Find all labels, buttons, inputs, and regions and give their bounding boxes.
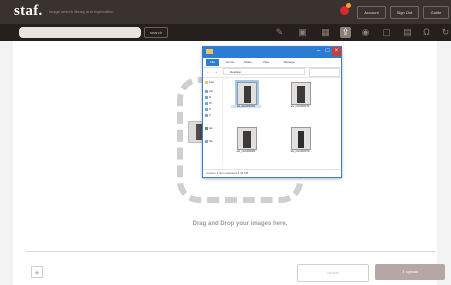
tab-share[interactable]: Share bbox=[241, 59, 255, 66]
top-bar: staf. image search library and explorati… bbox=[0, 0, 451, 24]
nav-item-music[interactable]: M bbox=[205, 101, 222, 106]
cancel-button[interactable]: cancel bbox=[297, 264, 369, 282]
add-button[interactable]: + bbox=[31, 266, 43, 278]
network-icon bbox=[205, 139, 208, 143]
grid-icon[interactable]: ▦ bbox=[320, 27, 331, 38]
file-thumbnail[interactable] bbox=[291, 82, 311, 105]
video-icon bbox=[205, 113, 208, 117]
guide-button[interactable]: Guide bbox=[423, 6, 449, 19]
file-name[interactable]: afs_EH0460004 bbox=[231, 105, 261, 108]
upload-button[interactable]: ⇪ upload bbox=[375, 264, 445, 280]
maximize-icon[interactable]: □ bbox=[323, 47, 332, 56]
explorer-status-text: 4 items 1 item selected 3.44 KB bbox=[206, 171, 249, 175]
image-icon[interactable]: ▣ bbox=[297, 27, 308, 38]
figure-image bbox=[243, 131, 251, 148]
tab-file[interactable]: File bbox=[206, 59, 219, 66]
explorer-status-bar: 4 items 1 item selected 3.44 KB bbox=[203, 169, 341, 177]
forward-icon[interactable]: → bbox=[213, 68, 218, 76]
star-icon bbox=[205, 80, 208, 84]
nav-item-documents[interactable]: D bbox=[205, 95, 222, 100]
explorer-nav-pane: Fav Lib D M P V Ho Ne bbox=[203, 77, 223, 165]
tab-view[interactable]: View bbox=[259, 59, 273, 66]
search-input[interactable] bbox=[19, 27, 141, 38]
app-tagline: image search library and exploration bbox=[49, 9, 114, 14]
document-icon bbox=[205, 95, 208, 99]
headphones-icon[interactable]: Ω bbox=[421, 27, 432, 38]
notification-badge bbox=[346, 3, 351, 8]
nav-item-videos[interactable]: V bbox=[205, 113, 222, 118]
edit-icon[interactable]: ✎ bbox=[274, 27, 285, 38]
homegroup-icon bbox=[205, 126, 208, 130]
figure-image bbox=[298, 131, 304, 148]
file-name[interactable]: afs_CH0460070 bbox=[285, 105, 315, 108]
figure-image bbox=[244, 86, 251, 103]
file-thumbnail[interactable] bbox=[237, 127, 257, 150]
upload-button-label: upload bbox=[406, 269, 419, 274]
explorer-search-input[interactable] bbox=[309, 68, 340, 77]
address-bar: ← → Desktop bbox=[203, 67, 341, 78]
app-logo[interactable]: staf. bbox=[14, 3, 43, 20]
picture-icon bbox=[205, 107, 208, 111]
nav-item-pictures[interactable]: P bbox=[205, 107, 222, 112]
book-icon[interactable]: ▤ bbox=[402, 27, 413, 38]
back-icon[interactable]: ← bbox=[206, 68, 211, 76]
folder-icon bbox=[206, 49, 213, 54]
tab-manage[interactable]: Manage bbox=[281, 59, 297, 66]
library-icon bbox=[205, 89, 208, 93]
nav-item-libraries[interactable]: Lib bbox=[205, 89, 222, 94]
file-explorer-window[interactable]: – □ × File Home Share View Manage ← → De… bbox=[202, 46, 342, 178]
music-icon bbox=[205, 101, 208, 105]
refresh-icon[interactable]: ↻ bbox=[440, 27, 451, 38]
file-thumbnail[interactable] bbox=[291, 127, 311, 150]
tab-home[interactable]: Home bbox=[223, 59, 237, 66]
address-path[interactable]: Desktop bbox=[223, 68, 305, 75]
figure-image bbox=[297, 86, 305, 103]
drop-instructions: Drag and Drop your images here. bbox=[192, 221, 288, 227]
search-button[interactable]: search bbox=[144, 27, 168, 38]
nav-item-homegroup[interactable]: Ho bbox=[205, 126, 222, 131]
account-button[interactable]: Account bbox=[357, 6, 386, 19]
minimize-icon[interactable]: – bbox=[314, 47, 323, 56]
close-icon[interactable]: × bbox=[332, 47, 341, 56]
file-name[interactable]: afs_CH0460082 bbox=[231, 150, 261, 153]
palette-icon[interactable]: ◉ bbox=[360, 27, 371, 38]
document-icon[interactable]: ▢ bbox=[381, 27, 392, 38]
footer-divider bbox=[26, 251, 436, 252]
explorer-titlebar[interactable]: – □ × bbox=[203, 47, 341, 58]
upload-icon[interactable]: ⇪ bbox=[340, 27, 351, 38]
sign-out-button[interactable]: Sign Out bbox=[390, 6, 419, 19]
nav-item-network[interactable]: Ne bbox=[205, 139, 222, 144]
file-thumbnail[interactable] bbox=[235, 80, 259, 107]
nav-item-favorites[interactable]: Fav bbox=[205, 80, 222, 85]
file-name[interactable]: afs_CH0460079 bbox=[285, 150, 315, 153]
